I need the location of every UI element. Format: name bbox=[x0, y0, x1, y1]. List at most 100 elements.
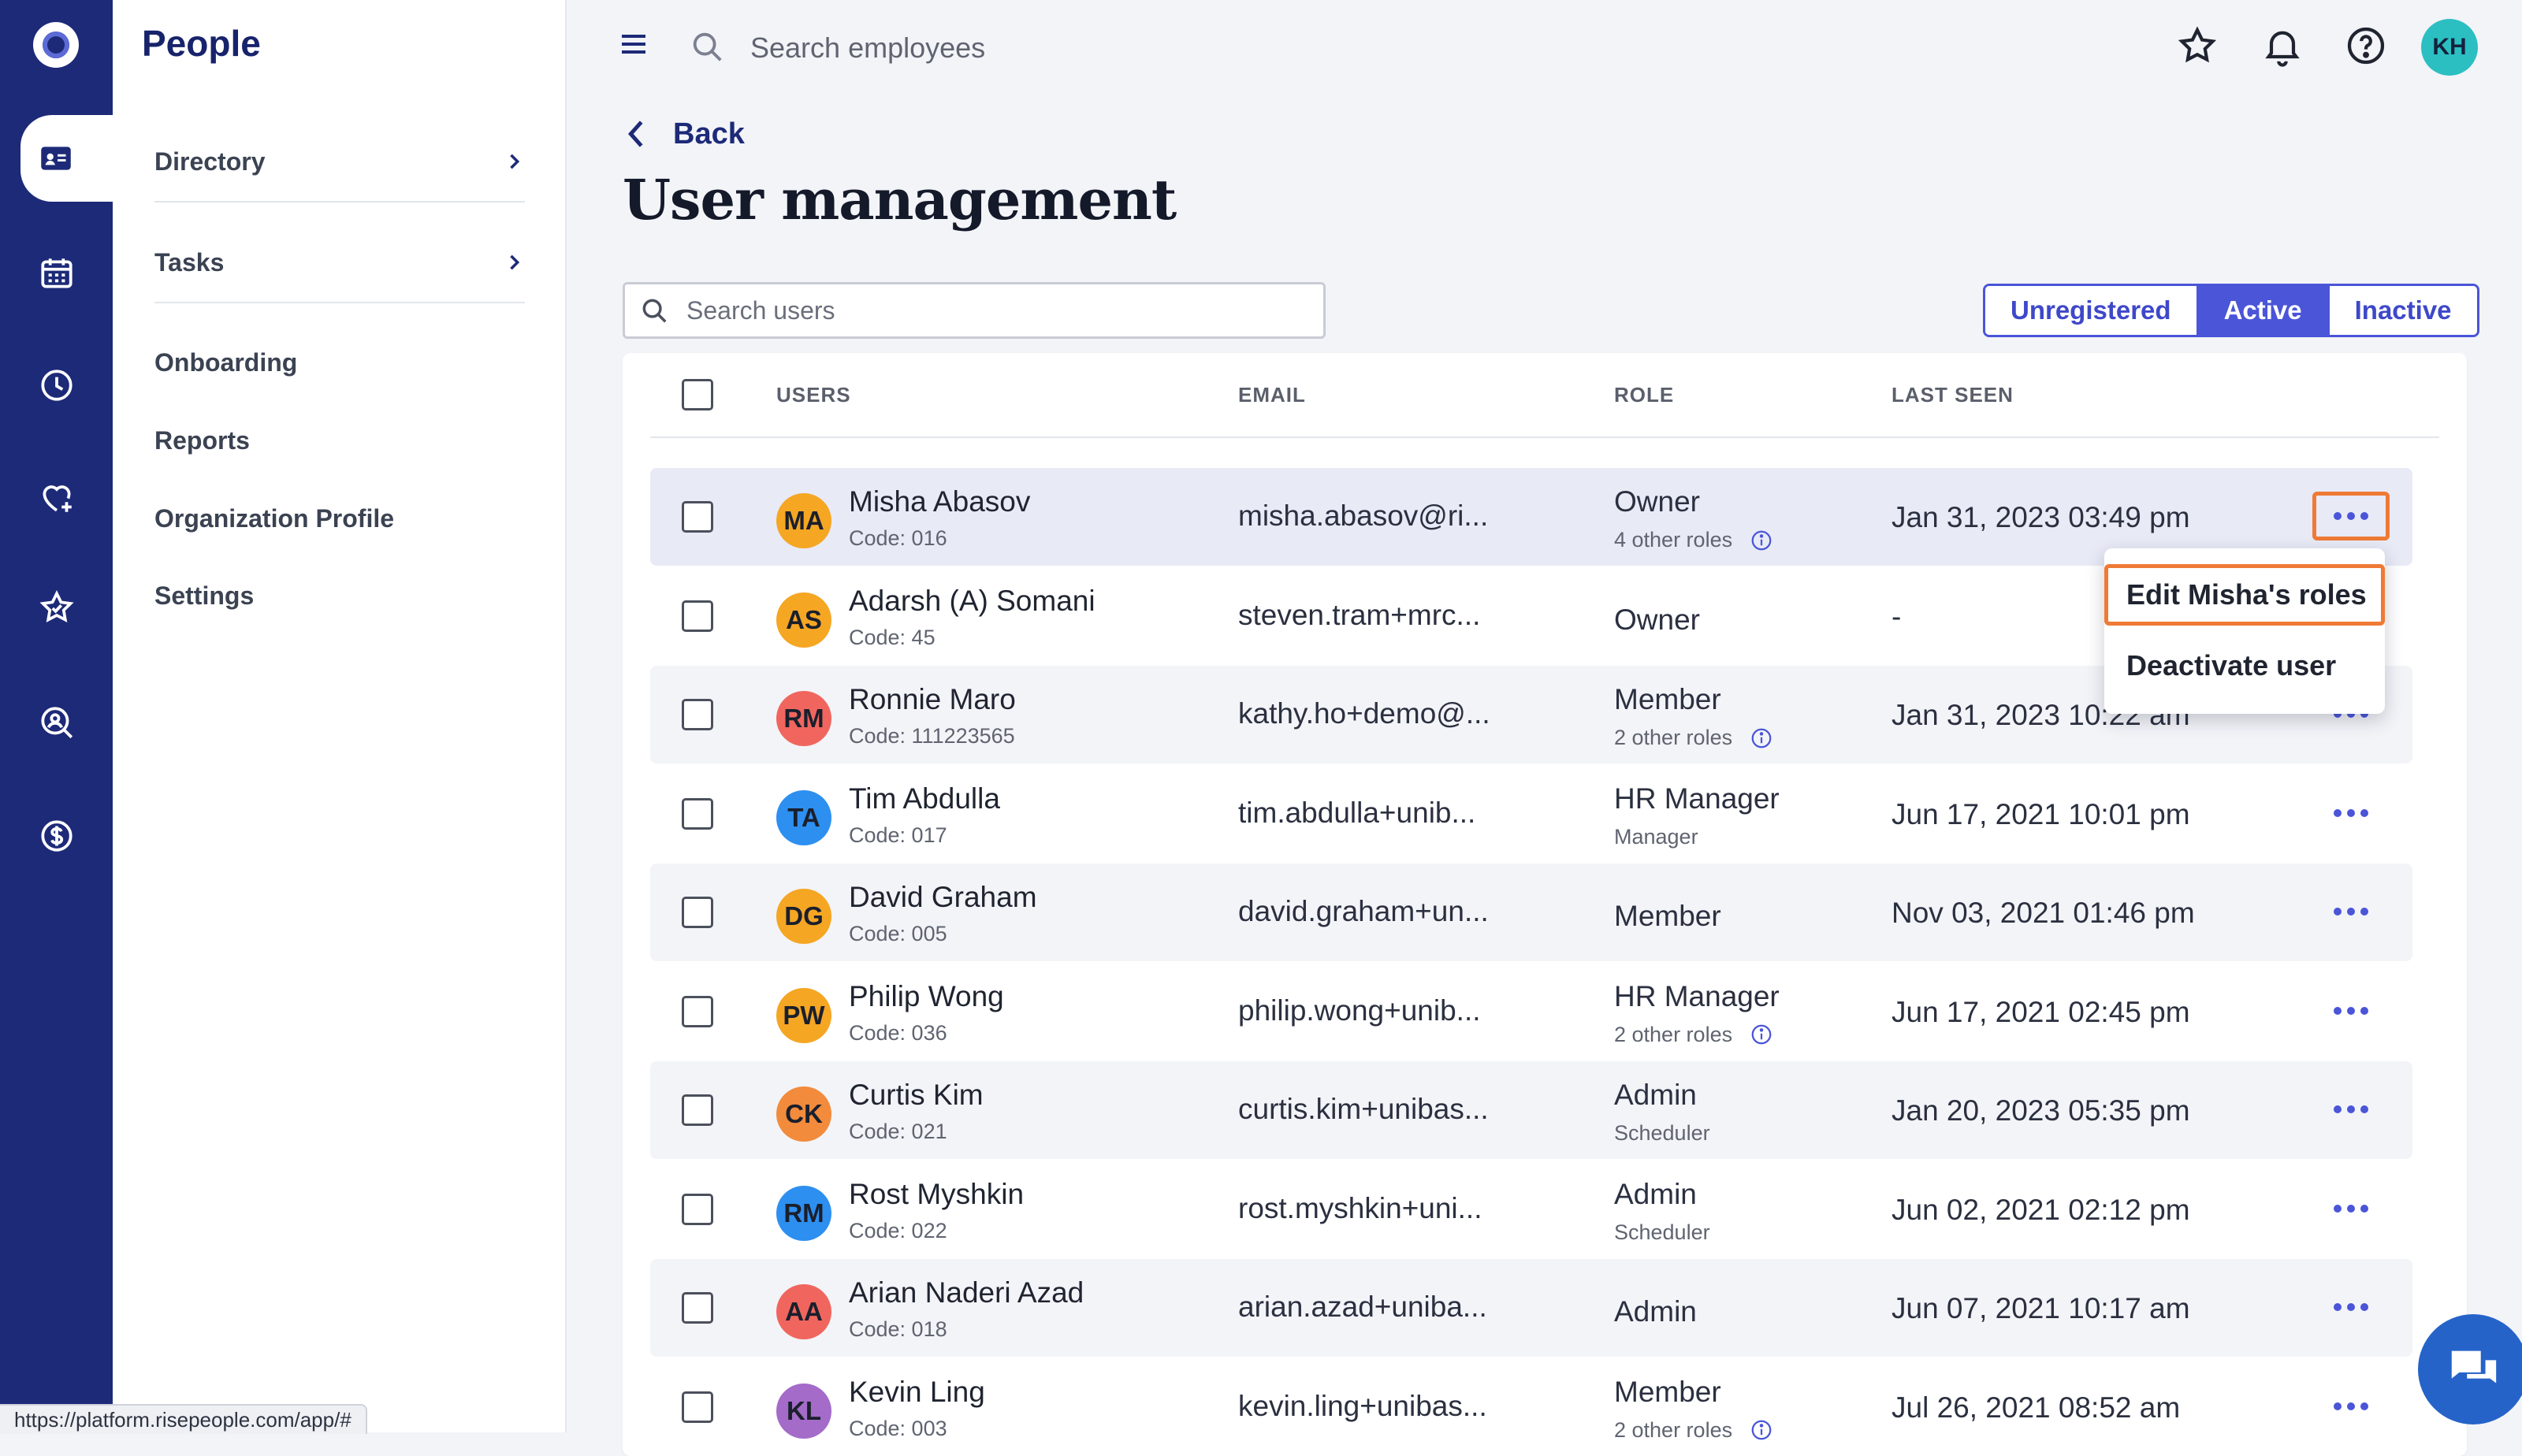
table-row[interactable]: DG David Graham Code: 005 david.graham+un..… bbox=[650, 864, 2412, 961]
info-icon[interactable] bbox=[1750, 726, 1773, 750]
clock-icon bbox=[40, 370, 73, 401]
subnav-item-label: Tasks bbox=[154, 247, 225, 277]
user-role: Member bbox=[1614, 1375, 1721, 1408]
user-name[interactable]: Ronnie Maro bbox=[849, 683, 1016, 716]
row-actions-button[interactable] bbox=[2312, 789, 2390, 838]
table-row[interactable]: RM Rost Myshkin Code: 022 rost.myshkin+uni.… bbox=[650, 1161, 2412, 1258]
rail-recruiting[interactable] bbox=[0, 679, 113, 766]
star-favorites-icon[interactable] bbox=[2175, 24, 2219, 68]
back-label: Back bbox=[673, 117, 745, 150]
row-actions-button[interactable] bbox=[2312, 1382, 2390, 1431]
tab-unregistered[interactable]: Unregistered bbox=[1985, 286, 2197, 335]
user-name[interactable]: Rost Myshkin bbox=[849, 1178, 1024, 1211]
info-icon[interactable] bbox=[1750, 529, 1773, 552]
info-icon[interactable] bbox=[1750, 1023, 1773, 1046]
page-title: User management bbox=[623, 167, 1177, 232]
user-code: Code: 021 bbox=[849, 1120, 947, 1143]
row-checkbox[interactable] bbox=[682, 797, 713, 830]
status-url: https://platform.risepeople.com/app/# bbox=[0, 1404, 367, 1434]
user-name[interactable]: Philip Wong bbox=[849, 980, 1004, 1013]
user-email: tim.abdulla+unib... bbox=[1238, 796, 1476, 829]
user-code: Code: 022 bbox=[849, 1218, 947, 1242]
dollar-icon bbox=[40, 820, 73, 852]
rail-payroll[interactable] bbox=[0, 793, 113, 879]
row-checkbox[interactable] bbox=[682, 1193, 713, 1225]
subnav-item-organization-profile[interactable]: Organization Profile bbox=[154, 479, 525, 558]
info-icon[interactable] bbox=[1750, 1418, 1773, 1442]
user-email: arian.azad+uniba... bbox=[1238, 1291, 1487, 1323]
deactivate-user-menu-item[interactable]: Deactivate user bbox=[2104, 635, 2385, 696]
row-checkbox[interactable] bbox=[682, 699, 713, 730]
subnav-item-directory[interactable]: Directory bbox=[154, 122, 525, 202]
row-actions-button[interactable] bbox=[2312, 1283, 2390, 1332]
avatar: AS bbox=[776, 592, 831, 648]
row-actions-button[interactable] bbox=[2312, 986, 2390, 1035]
avatar: PW bbox=[776, 987, 831, 1043]
help-icon[interactable] bbox=[2344, 24, 2388, 68]
rail-time[interactable] bbox=[0, 342, 113, 429]
user-email: david.graham+un... bbox=[1238, 895, 1489, 927]
header-role: ROLE bbox=[1614, 383, 1675, 407]
user-name[interactable]: David Graham bbox=[849, 881, 1037, 914]
user-role-detail: 2 other roles bbox=[1614, 726, 1773, 750]
row-actions-button[interactable] bbox=[2312, 1184, 2390, 1233]
user-avatar[interactable]: KH bbox=[2421, 19, 2478, 76]
table-row[interactable]: AA Arian Naderi Azad Code: 018 arian.azad+u… bbox=[650, 1259, 2412, 1357]
user-name[interactable]: Curtis Kim bbox=[849, 1079, 984, 1112]
employee-search-input[interactable] bbox=[749, 24, 1225, 72]
chevron-right-icon bbox=[510, 254, 520, 270]
app-logo-icon[interactable] bbox=[33, 22, 79, 68]
edit-roles-menu-item[interactable]: Edit Misha's roles bbox=[2104, 564, 2385, 626]
row-checkbox[interactable] bbox=[682, 1292, 713, 1324]
bell-icon[interactable] bbox=[2260, 24, 2304, 68]
row-checkbox[interactable] bbox=[682, 897, 713, 928]
user-code: Code: 018 bbox=[849, 1317, 947, 1341]
chat-launcher[interactable] bbox=[2418, 1314, 2522, 1424]
row-checkbox[interactable] bbox=[682, 1094, 713, 1126]
subnav-item-reports[interactable]: Reports bbox=[154, 401, 525, 480]
row-actions-button[interactable] bbox=[2312, 887, 2390, 936]
header-users: USERS bbox=[776, 383, 851, 407]
subnav-item-settings[interactable]: Settings bbox=[154, 556, 525, 635]
user-code: Code: 005 bbox=[849, 922, 947, 945]
role-detail-text: 2 other roles bbox=[1614, 726, 1733, 749]
user-name[interactable]: Tim Abdulla bbox=[849, 782, 1000, 815]
subnav-item-onboarding[interactable]: Onboarding bbox=[154, 323, 525, 402]
user-name[interactable]: Kevin Ling bbox=[849, 1376, 985, 1409]
user-name[interactable]: Adarsh (A) Somani bbox=[849, 585, 1095, 618]
user-name[interactable]: Misha Abasov bbox=[849, 485, 1030, 518]
hamburger-menu-icon[interactable] bbox=[618, 28, 649, 60]
rail-recognition[interactable] bbox=[0, 564, 113, 651]
rail-benefits[interactable] bbox=[0, 454, 113, 540]
subnav-item-tasks[interactable]: Tasks bbox=[154, 223, 525, 303]
user-email: kevin.ling+unibas... bbox=[1238, 1389, 1487, 1422]
table-row[interactable]: PW Philip Wong Code: 036 philip.wong+unib..… bbox=[650, 963, 2412, 1060]
user-role-detail: 2 other roles bbox=[1614, 1418, 1773, 1443]
user-email: misha.abasov@ri... bbox=[1238, 500, 1489, 532]
row-checkbox[interactable] bbox=[682, 995, 713, 1027]
back-link[interactable]: Back bbox=[623, 110, 745, 158]
role-detail-text: 4 other roles bbox=[1614, 528, 1733, 552]
row-checkbox[interactable] bbox=[682, 501, 713, 533]
table-row[interactable]: KL Kevin Ling Code: 003 kevin.ling+unibas..… bbox=[650, 1358, 2412, 1456]
status-filter: Unregistered Active Inactive bbox=[1983, 284, 2479, 337]
user-last-seen: Jun 17, 2021 10:01 pm bbox=[1892, 797, 2190, 830]
tab-inactive[interactable]: Inactive bbox=[2327, 286, 2477, 335]
subnav-item-label: Settings bbox=[154, 581, 255, 610]
row-checkbox[interactable] bbox=[682, 600, 713, 632]
user-search-input[interactable] bbox=[685, 295, 1303, 326]
rail-people[interactable] bbox=[20, 115, 113, 202]
table-row[interactable]: TA Tim Abdulla Code: 017 tim.abdulla+unib..… bbox=[650, 765, 2412, 863]
role-detail-text: Scheduler bbox=[1614, 1121, 1710, 1145]
row-actions-button[interactable] bbox=[2312, 1085, 2390, 1134]
select-all-checkbox[interactable] bbox=[682, 379, 713, 410]
user-name[interactable]: Arian Naderi Azad bbox=[849, 1276, 1084, 1309]
header-email: EMAIL bbox=[1238, 383, 1306, 407]
row-checkbox[interactable] bbox=[682, 1391, 713, 1423]
tab-active[interactable]: Active bbox=[2196, 286, 2327, 335]
rail-calendar[interactable] bbox=[0, 230, 113, 317]
user-search-box bbox=[623, 282, 1326, 339]
row-actions-button[interactable] bbox=[2312, 492, 2390, 540]
table-row[interactable]: CK Curtis Kim Code: 021 curtis.kim+unibas..… bbox=[650, 1061, 2412, 1159]
more-horizontal-icon bbox=[2334, 512, 2368, 520]
